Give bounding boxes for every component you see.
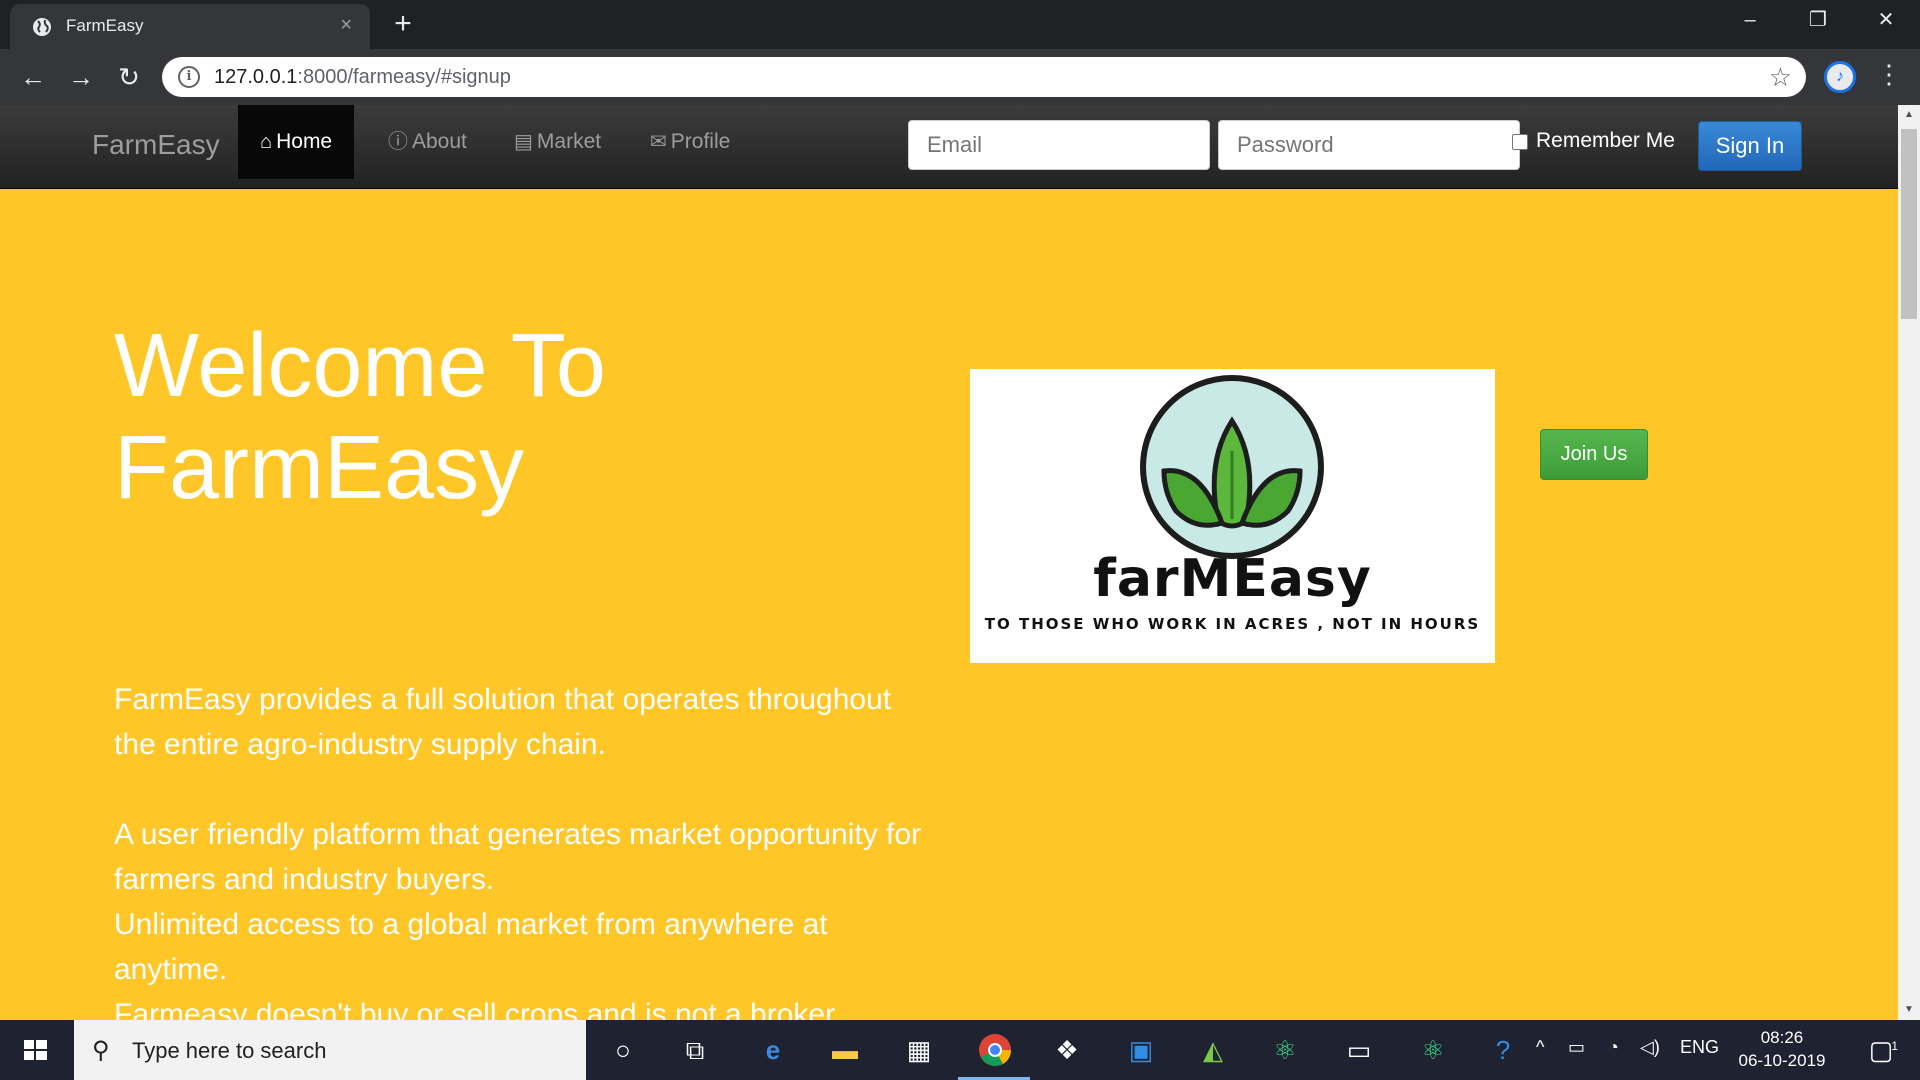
site-navbar: FarmEasy ⌂Home ⓘAbout ▤Market ✉Profile R…	[0, 105, 1898, 189]
email-field[interactable]	[908, 120, 1210, 170]
logo-wordmark: farMEasy	[1093, 549, 1372, 609]
tray-chevron-icon[interactable]: ^	[1536, 1037, 1544, 1058]
edge-browser-icon[interactable]: e	[750, 1028, 796, 1072]
browser-tab[interactable]: FarmEasy ×	[10, 4, 370, 49]
battery-icon[interactable]: ▭	[1568, 1037, 1585, 1058]
scroll-down-arrow-icon[interactable]: ▼	[1898, 1000, 1920, 1020]
logo-tagline: TO THOSE WHO WORK IN ACRES , NOT IN HOUR…	[984, 615, 1481, 633]
back-button[interactable]: ←	[18, 63, 48, 93]
file-explorer-icon[interactable]: ▬	[822, 1028, 868, 1072]
page-scrollbar[interactable]: ▲ ▼	[1898, 105, 1920, 1020]
taskbar-search-placeholder: Type here to search	[132, 1038, 327, 1063]
hero-title-line2: FarmEasy	[114, 418, 525, 518]
nav-profile[interactable]: ✉ Profile	[628, 105, 752, 179]
tab-close-icon[interactable]: ×	[340, 14, 352, 37]
clock-date: 06-10-2019	[1738, 1051, 1826, 1070]
list-icon: ▤	[514, 131, 533, 153]
join-us-button[interactable]: Join Us	[1540, 429, 1648, 480]
url-text[interactable]: 127.0.0.1:8000/farmeasy/#signup	[214, 66, 511, 89]
globe-icon	[33, 18, 51, 36]
language-indicator[interactable]: ENG	[1680, 1037, 1719, 1058]
scrollbar-thumb[interactable]	[1901, 129, 1917, 319]
hero-paragraph-2: A user friendly platform that generates …	[114, 818, 922, 896]
hero-title-line1: Welcome To	[114, 316, 606, 416]
hero-paragraph-1: FarmEasy provides a full solution that o…	[114, 683, 892, 761]
site-info-icon[interactable]: i	[178, 66, 200, 88]
cortana-icon[interactable]: ○	[600, 1028, 646, 1072]
nav-market-label: Market	[536, 130, 602, 153]
volume-icon[interactable]: ◁)	[1640, 1037, 1660, 1058]
new-tab-button[interactable]: +	[386, 8, 420, 42]
close-window-button[interactable]: ✕	[1852, 0, 1920, 42]
atom-icon-2[interactable]: ⚛	[1410, 1028, 1456, 1072]
dropbox-icon[interactable]: ❖	[1044, 1028, 1090, 1072]
taskbar-clock[interactable]: 08:26 06-10-2019	[1730, 1026, 1834, 1072]
minimize-button[interactable]: –	[1716, 0, 1784, 42]
nav-home-label: Home	[276, 130, 333, 153]
windows-taskbar: ⚲ Type here to search ○ ⧉ e ▬ ▦ ❖ ▣ ◭ ⚛ …	[0, 1020, 1920, 1080]
terminal-icon[interactable]: ▭	[1336, 1028, 1382, 1072]
browser-menu-icon[interactable]: ⋮	[1876, 59, 1902, 90]
notification-count: 1	[1891, 1039, 1898, 1053]
envelope-icon: ✉	[650, 131, 667, 153]
reload-button[interactable]: ↻	[114, 63, 144, 93]
sign-in-button[interactable]: Sign In	[1698, 121, 1802, 171]
nav-home[interactable]: ⌂ Home	[238, 105, 355, 179]
sourcetree-icon[interactable]: ▣	[1118, 1028, 1164, 1072]
store-icon[interactable]: ▦	[896, 1028, 942, 1072]
url-host: 127.0.0.1	[214, 66, 298, 88]
taskbar-search-box[interactable]: ⚲ Type here to search	[74, 1020, 586, 1080]
page-viewport: FarmEasy ⌂Home ⓘAbout ▤Market ✉Profile R…	[0, 105, 1898, 1020]
atom-icon[interactable]: ⚛	[1262, 1028, 1308, 1072]
nav-about-label: About	[412, 130, 467, 153]
forward-button[interactable]: →	[66, 63, 96, 93]
windows-start-icon[interactable]	[0, 1020, 70, 1080]
nav-market[interactable]: ▤ Market	[492, 105, 623, 179]
bookmark-star-icon[interactable]: ☆	[1769, 62, 1792, 93]
hero-title: Welcome To FarmEasy	[114, 315, 734, 519]
remember-me[interactable]: Remember Me	[1512, 129, 1675, 153]
hero-paragraph-3: Unlimited access to a global market from…	[114, 908, 828, 986]
url-path: :8000/farmeasy/#signup	[297, 66, 511, 88]
android-studio-icon[interactable]: ◭	[1190, 1028, 1236, 1072]
browser-tab-bar: FarmEasy × + – ❐ ✕	[0, 0, 1920, 49]
restore-button[interactable]: ❐	[1784, 0, 1852, 42]
scroll-up-arrow-icon[interactable]: ▲	[1898, 105, 1920, 125]
farmeasy-logo: farMEasy TO THOSE WHO WORK IN ACRES , NO…	[970, 369, 1495, 663]
hero-paragraph-4: Farmeasy doesn't buy or sell crops and i…	[114, 998, 842, 1020]
notifications-icon[interactable]: ▢ 1	[1858, 1028, 1904, 1072]
nav-profile-label: Profile	[670, 130, 731, 153]
info-icon: ⓘ	[388, 131, 408, 153]
remember-label: Remember Me	[1536, 129, 1675, 152]
remember-checkbox[interactable]	[1512, 134, 1528, 150]
help-icon[interactable]: ?	[1480, 1028, 1526, 1072]
tab-title: FarmEasy	[66, 16, 144, 35]
password-field[interactable]	[1218, 120, 1520, 170]
task-view-icon[interactable]: ⧉	[672, 1028, 718, 1072]
navbar-brand[interactable]: FarmEasy	[92, 129, 220, 161]
address-bar[interactable]: i 127.0.0.1:8000/farmeasy/#signup ☆	[162, 57, 1806, 97]
nav-about[interactable]: ⓘ About	[366, 105, 489, 179]
clock-time: 08:26	[1760, 1028, 1804, 1047]
leaf-logo-icon	[1140, 375, 1324, 559]
home-icon: ⌂	[260, 131, 273, 153]
search-icon: ⚲	[92, 1037, 110, 1064]
wifi-icon[interactable]: ◔	[1608, 1037, 1619, 1058]
profile-avatar[interactable]: ♪	[1824, 61, 1856, 93]
chrome-icon[interactable]	[972, 1028, 1018, 1072]
browser-toolbar: ← → ↻ i 127.0.0.1:8000/farmeasy/#signup …	[0, 49, 1920, 105]
